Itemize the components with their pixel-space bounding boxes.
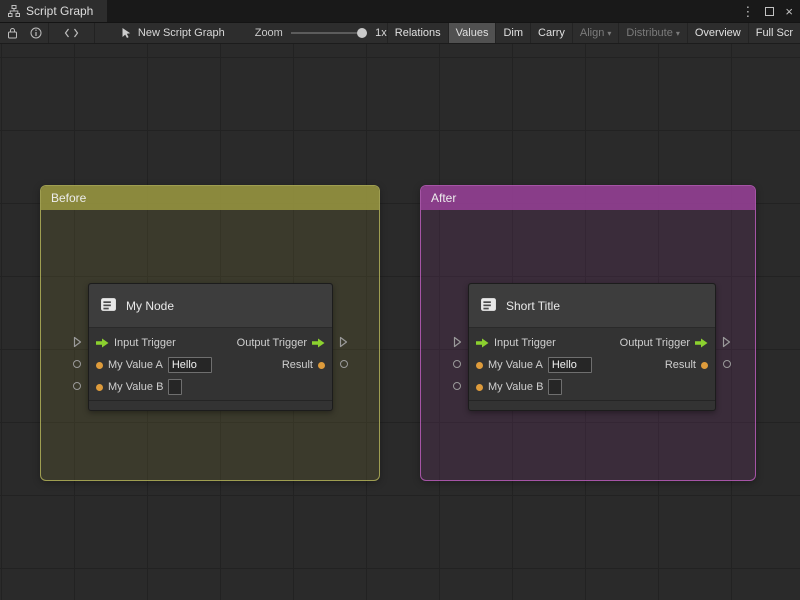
- port-label: My Value A: [488, 359, 543, 371]
- node-title: Short Title: [506, 298, 561, 313]
- toolbar-button-align[interactable]: Align ▾: [571, 23, 618, 43]
- port-row: My Value A Result: [469, 354, 715, 376]
- flow-arrow-icon: [312, 338, 325, 348]
- lock-icon[interactable]: [0, 23, 24, 43]
- toolbar-button-dim[interactable]: Dim: [495, 23, 530, 43]
- port-label: Input Trigger: [494, 337, 556, 349]
- node-ports: Input Trigger Output Trigger My Value A …: [89, 328, 332, 400]
- zoom-value: 1x: [375, 27, 387, 39]
- value-port-icon: [476, 383, 483, 391]
- result-port[interactable]: [723, 360, 731, 368]
- node-header[interactable]: My Node: [89, 284, 332, 328]
- maximize-icon[interactable]: [765, 6, 775, 16]
- flow-arrow-icon: [96, 338, 109, 348]
- node-short-title[interactable]: Short Title Input Trigger Output Trigger: [453, 283, 731, 411]
- graph-icon: [8, 0, 20, 22]
- chevron-down-icon: ▾: [675, 28, 680, 38]
- menu-icon[interactable]: ⋮: [741, 5, 754, 18]
- tab-label: Script Graph: [26, 4, 94, 18]
- flow-arrow-icon: [476, 338, 489, 348]
- value-port-icon: [476, 361, 483, 369]
- value-b-input[interactable]: [168, 379, 183, 395]
- output-trigger-port[interactable]: [339, 336, 348, 348]
- zoom-knob[interactable]: [357, 28, 368, 38]
- input-trigger-port[interactable]: [73, 336, 82, 348]
- zoom-label: Zoom: [254, 27, 283, 39]
- toolbar-buttons: Relations Values Dim Carry Align ▾ Distri…: [386, 23, 800, 43]
- value-a-port[interactable]: [453, 360, 461, 368]
- result-port[interactable]: [340, 360, 348, 368]
- group-title: After: [431, 191, 457, 205]
- port-label: My Value B: [488, 381, 544, 393]
- close-icon[interactable]: ×: [785, 5, 793, 18]
- group-title: Before: [51, 191, 87, 205]
- node-my-node[interactable]: My Node Input Trigger Output Trigger My …: [73, 283, 348, 411]
- port-label: Output Trigger: [619, 337, 690, 349]
- value-b-port[interactable]: [453, 382, 461, 390]
- node-ports: Input Trigger Output Trigger My Value A …: [469, 328, 715, 400]
- toolbar-button-relations[interactable]: Relations: [386, 23, 448, 43]
- value-b-port[interactable]: [73, 382, 81, 390]
- toolbar-divider: [93, 23, 95, 43]
- new-script-graph-button[interactable]: New Script Graph: [138, 27, 225, 39]
- port-row: My Value B: [89, 376, 332, 398]
- node-header[interactable]: Short Title: [469, 284, 715, 328]
- port-row: Input Trigger Output Trigger: [469, 332, 715, 354]
- info-icon[interactable]: [24, 23, 48, 43]
- chevron-down-icon: ▾: [607, 28, 612, 38]
- value-port-icon: [701, 361, 708, 369]
- pointer-icon: [121, 23, 132, 43]
- node-footer: [469, 400, 715, 410]
- window-controls: ⋮ ×: [741, 0, 793, 22]
- group-before-header[interactable]: Before: [41, 186, 379, 210]
- value-a-input[interactable]: [547, 357, 592, 373]
- port-label: My Value B: [108, 381, 164, 393]
- port-label: Result: [281, 359, 313, 371]
- toolbar-button-carry[interactable]: Carry: [530, 23, 572, 43]
- toolbar: New Script Graph Zoom 1x Relations Value…: [0, 22, 800, 44]
- port-label: Input Trigger: [114, 337, 176, 349]
- unit-icon: [100, 296, 117, 316]
- zoom-slider[interactable]: [290, 28, 368, 38]
- value-port-icon: [318, 361, 325, 369]
- toolbar-button-overview[interactable]: Overview: [686, 23, 748, 43]
- value-port-icon: [96, 361, 103, 369]
- code-icon[interactable]: [49, 23, 94, 43]
- input-trigger-port[interactable]: [453, 336, 462, 348]
- port-row: My Value A Result: [89, 354, 332, 376]
- group-after-header[interactable]: After: [421, 186, 755, 210]
- tab-script-graph[interactable]: Script Graph: [0, 0, 108, 22]
- port-label: My Value A: [108, 359, 163, 371]
- unit-icon: [480, 296, 497, 316]
- flow-arrow-icon: [695, 338, 708, 348]
- node-footer: [89, 400, 332, 410]
- output-trigger-port[interactable]: [722, 336, 731, 348]
- toolbar-button-values[interactable]: Values: [447, 23, 496, 43]
- graph-canvas[interactable]: Before After My Node Input Trigger Outpu…: [0, 44, 800, 600]
- toolbar-button-distribute[interactable]: Distribute ▾: [618, 23, 686, 43]
- value-port-icon: [96, 383, 103, 391]
- node-title: My Node: [126, 298, 175, 313]
- port-row: Input Trigger Output Trigger: [89, 332, 332, 354]
- port-label: Output Trigger: [236, 337, 307, 349]
- toolbar-button-fullscreen[interactable]: Full Scr: [747, 23, 800, 43]
- port-row: My Value B: [469, 376, 715, 398]
- value-b-input[interactable]: [548, 379, 563, 395]
- value-a-input[interactable]: [167, 357, 212, 373]
- port-label: Result: [664, 359, 696, 371]
- tab-bar: Script Graph ⋮ ×: [0, 0, 800, 22]
- value-a-port[interactable]: [73, 360, 81, 368]
